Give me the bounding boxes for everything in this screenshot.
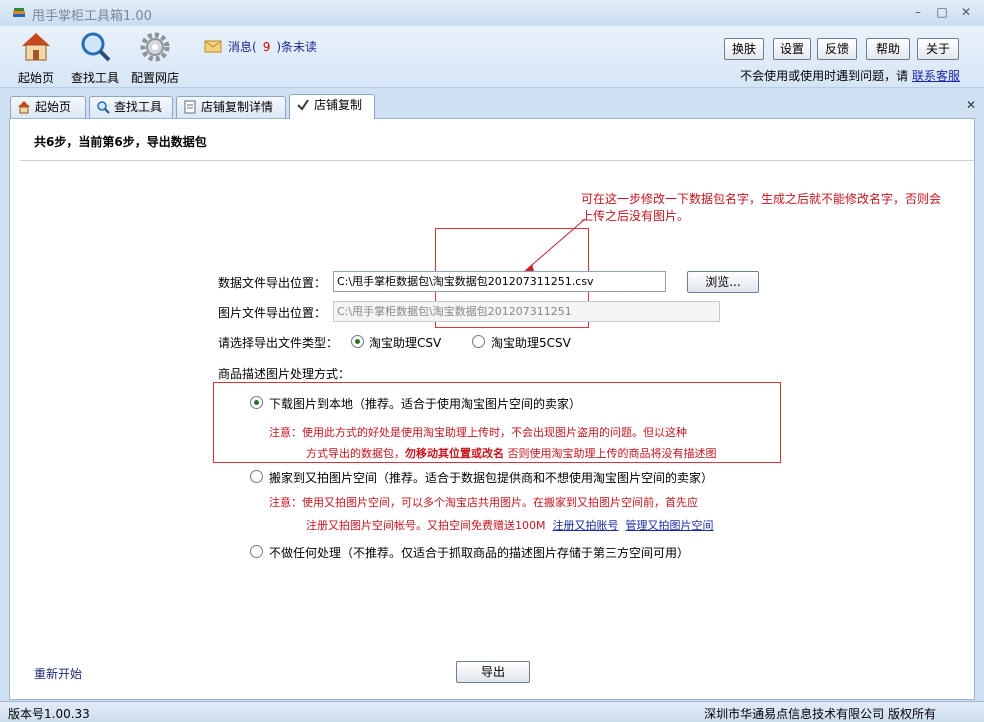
message-count: 9 (262, 40, 271, 54)
minimize-icon[interactable]: – (910, 4, 926, 20)
manage-upyun-link[interactable]: 管理又拍图片空间 (626, 519, 714, 532)
check-icon (297, 99, 309, 111)
home-icon (18, 101, 30, 114)
skin-button[interactable]: 换肤 (724, 38, 764, 60)
tab-store-copy-detail[interactable]: 店铺复制详情 (176, 96, 286, 118)
tab-find-tool[interactable]: 查找工具 (89, 96, 173, 118)
image-file-path-field: C:\甩手掌柜数据包\淘宝数据包201207311251 (333, 301, 720, 322)
type-csv-label[interactable]: 淘宝助理CSV (369, 334, 441, 351)
download-local-radio[interactable] (250, 396, 263, 409)
tab-find-tool-label: 查找工具 (114, 100, 163, 114)
title-bar: 甩手掌柜工具箱1.00 – □ ✕ (0, 0, 984, 26)
gear-icon (140, 32, 170, 62)
tab-store-copy[interactable]: 店铺复制 (289, 94, 375, 119)
magnifier-icon (97, 101, 110, 114)
download-local-note-2: 方式导出的数据包，勿移动其位置或改名 否则使用淘宝助理上传的商品将没有描述图 (306, 445, 717, 461)
no-process-radio[interactable] (250, 545, 263, 558)
tab-strip: 起始页 查找工具 店铺复制详情 店铺复制 (0, 94, 984, 119)
data-file-label: 数据文件导出位置： (218, 276, 327, 290)
tab-home[interactable]: 起始页 (10, 96, 86, 118)
browse-button[interactable]: 浏览... (687, 271, 759, 293)
main-toolbar: 起始页 查找工具 配置网店 消息( 9 )条未读 换肤 设置 反馈 帮助 关于 不会… (0, 26, 984, 88)
tab-store-copy-label: 店铺复制 (314, 98, 363, 112)
type-5csv-radio[interactable] (472, 335, 485, 348)
note-2-start: 方式导出的数据包， (306, 447, 405, 460)
download-local-label[interactable]: 下载图片到本地（推荐。适合于使用淘宝图片空间的卖家） (269, 395, 581, 412)
settings-button[interactable]: 设置 (773, 38, 811, 60)
upyun-label[interactable]: 搬家到又拍图片空间（推荐。适合于数据包提供商和不想使用淘宝图片空间的卖家） (269, 469, 713, 486)
toolbar-find-tool-label: 查找工具 (70, 71, 119, 85)
note-2-warning: 勿移动其位置或改名 (405, 447, 504, 460)
contact-support-link[interactable]: 联系客服 (912, 69, 960, 83)
message-prefix: 消息( (228, 40, 257, 54)
window-title: 甩手掌柜工具箱1.00 (32, 9, 152, 24)
help-button[interactable]: 帮助 (866, 38, 910, 60)
toolbar-config-store-label: 配置网店 (130, 71, 179, 85)
data-file-path-field[interactable]: C:\甩手掌柜数据包\淘宝数据包201207311251.csv (333, 271, 666, 292)
upyun-note-1: 注意：使用又拍图片空间，可以多个淘宝店共用图片。在搬家到又拍图片空间前，首先应 (269, 496, 698, 509)
mail-icon (204, 40, 222, 53)
toolbar-find-tool-button[interactable]: 查找工具 (67, 30, 123, 86)
type-5csv-label[interactable]: 淘宝助理5CSV (491, 334, 571, 351)
toolbar-home-button[interactable]: 起始页 (8, 30, 64, 86)
status-bar: 版本号1.00.33 深圳市华通易点信息技术有限公司 版权所有 (0, 701, 984, 722)
document-icon (184, 100, 196, 114)
message-notice[interactable]: 消息( 9 )条未读 (204, 38, 317, 55)
register-upyun-link[interactable]: 注册又拍账号 (553, 519, 619, 532)
home-icon (22, 33, 50, 61)
restart-link[interactable]: 重新开始 (34, 665, 82, 682)
magnifier-icon (81, 32, 111, 62)
upyun-note-2: 注册又拍图片空间帐号。又拍空间免费赠送100M 注册又拍账号 管理又拍图片空间 (306, 517, 714, 533)
desc-image-label: 商品描述图片处理方式： (218, 367, 351, 381)
help-prompt: 不会使用或使用时遇到问题，请 联系客服 (740, 67, 960, 84)
about-button[interactable]: 关于 (917, 38, 959, 60)
no-process-label[interactable]: 不做任何处理（不推荐。仅适合于抓取商品的描述图片存储于第三方空间可用） (269, 544, 689, 561)
toolbar-home-label: 起始页 (17, 71, 54, 85)
note-2-end: 否则使用淘宝助理上传的商品将没有描述图 (504, 447, 717, 460)
step-title: 共6步，当前第6步，导出数据包 (34, 135, 207, 149)
maximize-icon[interactable]: □ (934, 4, 950, 20)
feedback-button[interactable]: 反馈 (817, 38, 857, 60)
image-file-label: 图片文件导出位置： (218, 306, 327, 320)
file-type-label: 请选择导出文件类型： (218, 336, 339, 350)
copyright-text: 深圳市华通易点信息技术有限公司 版权所有 (704, 707, 936, 721)
store-copy-panel: 共6步，当前第6步，导出数据包 可在这一步修改一下数据包名字，生成之后就不能修改… (9, 118, 975, 700)
app-logo-icon (13, 8, 25, 17)
divider (20, 160, 974, 161)
tab-close-icon[interactable]: ✕ (966, 98, 976, 112)
close-icon[interactable]: ✕ (958, 4, 974, 20)
help-prompt-text: 不会使用或使用时遇到问题，请 (740, 69, 909, 83)
tab-home-label: 起始页 (35, 100, 72, 114)
export-button[interactable]: 导出 (456, 661, 530, 683)
annotation-text: 可在这一步修改一下数据包名字，生成之后就不能修改名字，否则会上传之后没有图片。 (581, 192, 942, 223)
toolbar-config-store-button[interactable]: 配置网店 (127, 30, 183, 86)
tab-store-copy-detail-label: 店铺复制详情 (201, 100, 274, 114)
message-suffix: )条未读 (276, 40, 318, 54)
type-csv-radio[interactable] (351, 335, 364, 348)
download-local-note-1: 注意：使用此方式的好处是使用淘宝助理上传时，不会出现图片盗用的问题。但以这种 (269, 426, 687, 439)
upyun-radio[interactable] (250, 470, 263, 483)
upyun-note-2-text: 注册又拍图片空间帐号。又拍空间免费赠送100M (306, 519, 546, 532)
version-text: 版本号1.00.33 (8, 707, 90, 721)
